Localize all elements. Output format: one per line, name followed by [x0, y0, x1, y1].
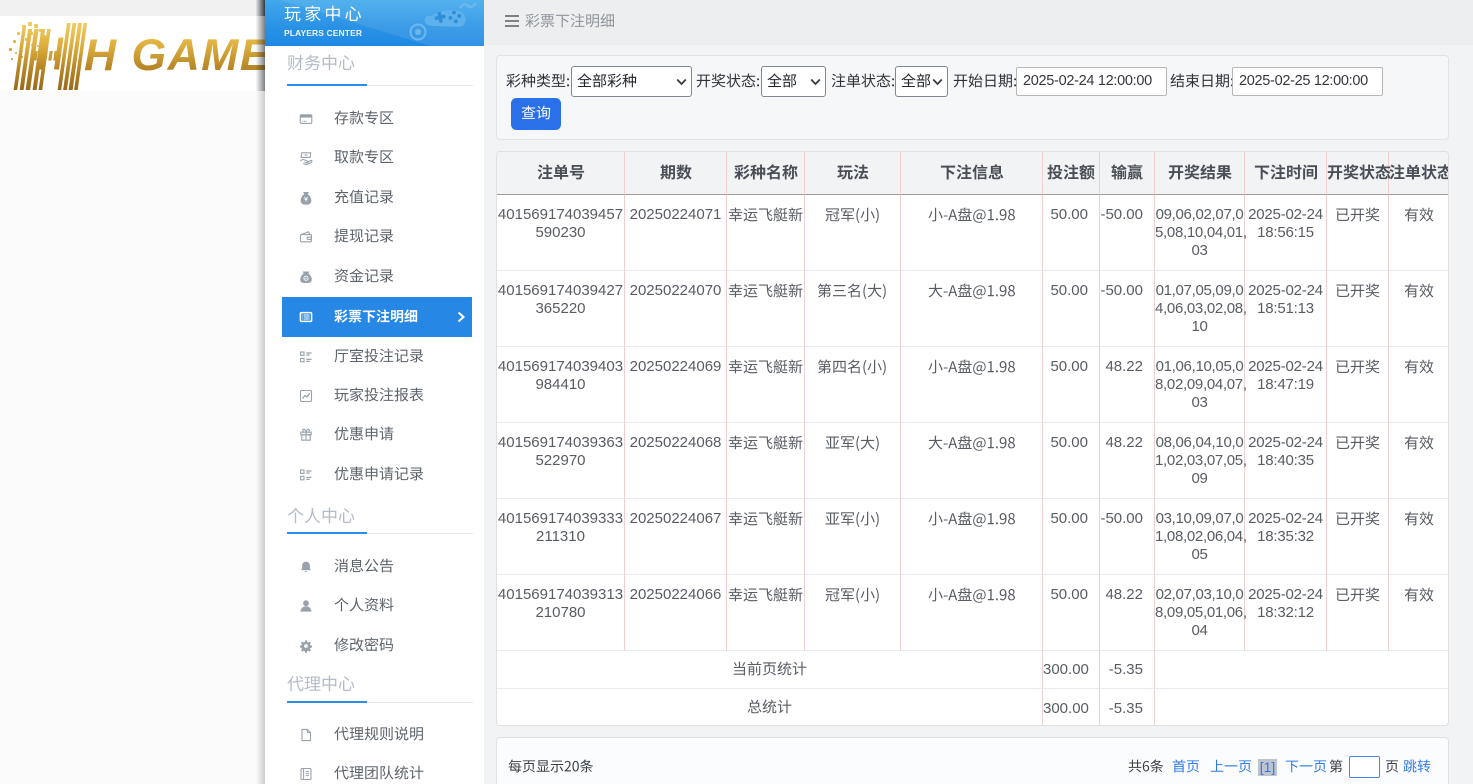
svg-text:H GAME: H GAME: [84, 31, 265, 80]
